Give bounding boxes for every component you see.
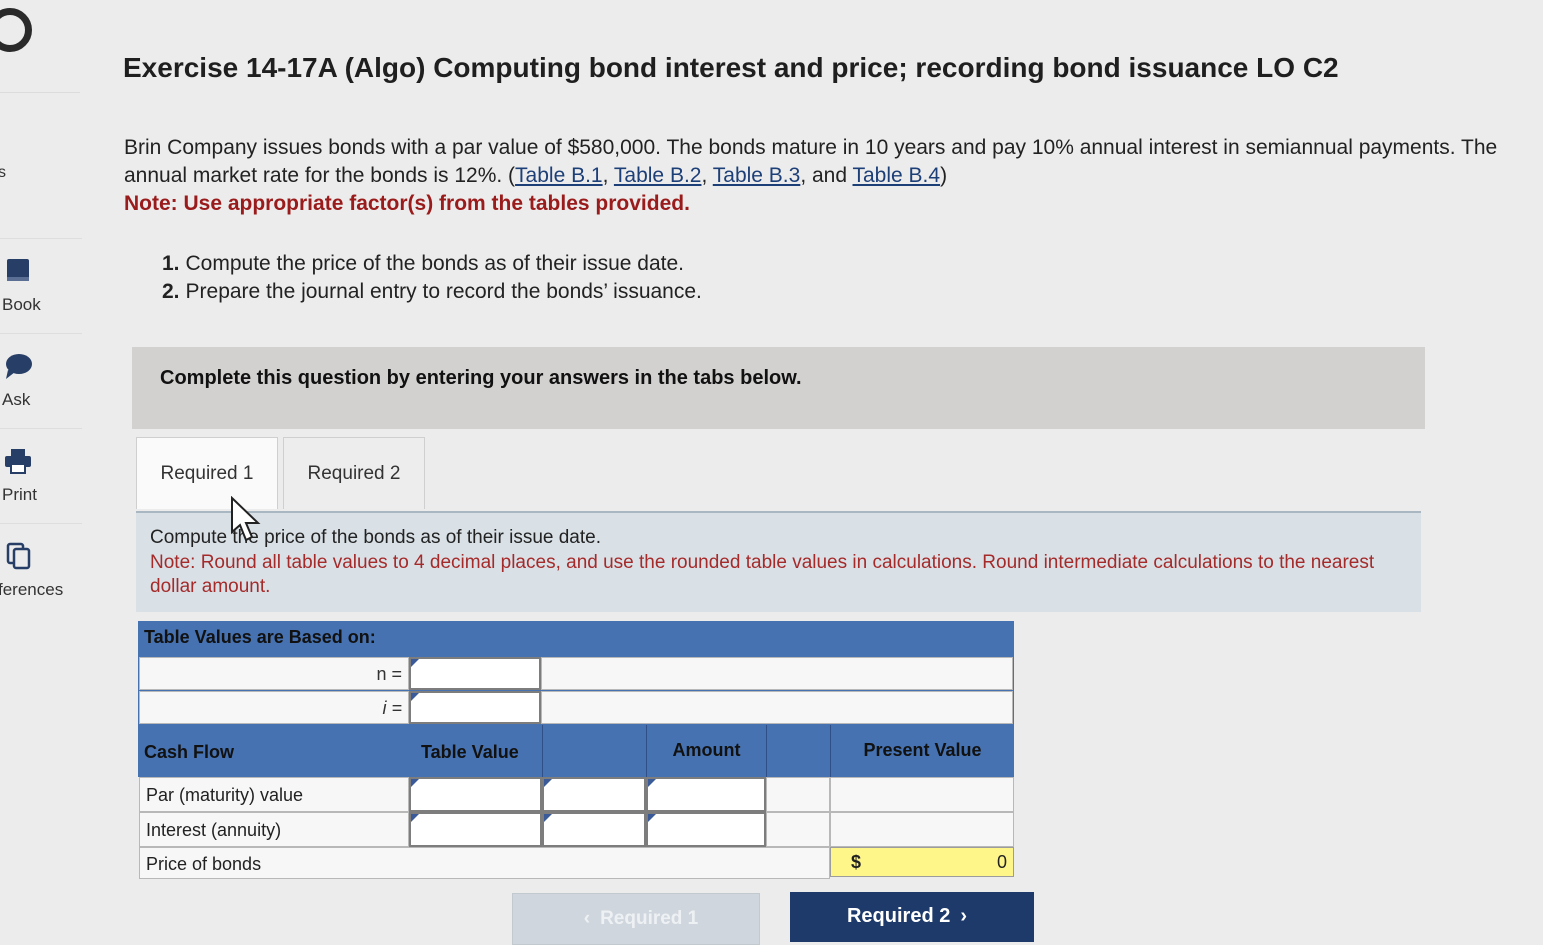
sidebar-item-print[interactable]: Print <box>0 428 82 523</box>
par-table-value-input[interactable] <box>409 777 542 812</box>
tab-required-2[interactable]: Required 2 <box>283 437 425 509</box>
interest-amount-input[interactable] <box>646 812 766 847</box>
sidebar-item-book[interactable]: Book <box>0 238 82 333</box>
exercise-note: Note: Use appropriate factor(s) from the… <box>124 192 690 215</box>
mouse-cursor-icon <box>231 496 261 542</box>
interest-present-value <box>830 812 1014 847</box>
row-label-par-value: Par (maturity) value <box>139 777 409 812</box>
col-header-blank <box>542 725 646 777</box>
i-row-spacer <box>541 691 1013 724</box>
task-instruction: Compute the price of the bonds as of the… <box>150 527 601 548</box>
link-table-b2[interactable]: Table B.2 <box>614 164 702 187</box>
link-table-b1[interactable]: Table B.1 <box>515 164 603 187</box>
closing-paren: ) <box>940 164 948 187</box>
task-panel: Compute the price of the bonds as of the… <box>136 511 1421 612</box>
col-header-present-value: Present Value <box>830 725 1014 777</box>
separator: , and <box>800 164 853 187</box>
requirement-item: 1. Compute the price of the bonds as of t… <box>162 250 702 278</box>
row-label-price-of-bonds: Price of bonds <box>139 847 830 879</box>
sidebar-item-label: Ask <box>2 390 31 409</box>
bond-price-table: Table Values are Based on: n = i = Cash … <box>138 621 1014 879</box>
logo-ring-icon <box>0 8 32 52</box>
task-note: Note: Round all table values to 4 decima… <box>150 552 1375 597</box>
requirement-item: 2. Prepare the journal entry to record th… <box>162 278 702 306</box>
par-present-value <box>830 777 1014 812</box>
n-label-cell: n = <box>139 657 409 690</box>
col-header-blank-2 <box>766 725 830 777</box>
separator: , <box>602 164 614 187</box>
par-spacer <box>766 777 830 812</box>
i-input[interactable] <box>409 691 541 724</box>
sidebar-item-label: ferences <box>0 580 64 599</box>
requirement-number: 2. <box>162 280 180 303</box>
price-value: 0 <box>996 852 1007 872</box>
n-row-spacer <box>541 657 1013 690</box>
sidebar-item-label: Print <box>2 485 37 504</box>
interest-spacer <box>766 812 830 847</box>
exercise-description: Brin Company issues bonds with a par val… <box>124 134 1524 218</box>
prev-required-button[interactable]: ‹ Required 1 <box>512 893 760 945</box>
col-header-table-value: Table Value <box>409 725 542 777</box>
chevron-left-icon: ‹ <box>583 908 591 929</box>
currency-symbol: $ <box>851 852 862 872</box>
i-label: i = <box>382 698 402 718</box>
chevron-right-icon: › <box>960 905 968 927</box>
sidebar-fragment: s <box>0 164 6 181</box>
col-header-amount: Amount <box>646 725 766 777</box>
sidebar-logo <box>0 0 80 93</box>
i-label-cell: i = <box>139 691 409 724</box>
instruction-text: Complete this question by entering your … <box>160 367 802 389</box>
sidebar-item-ask[interactable]: Ask <box>0 333 82 428</box>
left-sidebar: s Book Ask Print ferences <box>0 0 82 943</box>
instruction-banner: Complete this question by entering your … <box>132 347 1425 429</box>
n-label: n = <box>376 664 402 684</box>
row-label-interest: Interest (annuity) <box>139 812 409 847</box>
next-button-label: Required 2 <box>846 905 951 927</box>
prev-button-label: Required 1 <box>600 908 699 929</box>
table-header-text: Table Values are Based on: <box>144 627 376 647</box>
requirement-number: 1. <box>162 252 180 275</box>
book-icon <box>7 259 29 281</box>
copy-icon <box>6 542 31 570</box>
table-header: Table Values are Based on: <box>138 621 1014 655</box>
exercise-title: Exercise 14-17A (Algo) Computing bond in… <box>123 52 1339 83</box>
sidebar-item-references[interactable]: ferences <box>0 523 82 618</box>
printer-icon <box>5 449 31 474</box>
next-required-button[interactable]: Required 2 › <box>790 892 1034 942</box>
col-header-cash-flow: Cash Flow <box>138 725 409 777</box>
requirements-list: 1. Compute the price of the bonds as of t… <box>162 250 702 306</box>
requirement-text: Prepare the journal entry to record the … <box>185 280 702 303</box>
link-table-b3[interactable]: Table B.3 <box>713 164 801 187</box>
link-table-b4[interactable]: Table B.4 <box>853 164 941 187</box>
interest-table-value-input-2[interactable] <box>542 812 646 847</box>
separator: , <box>701 164 713 187</box>
sidebar-item-label: Book <box>2 295 41 314</box>
par-table-value-input-2[interactable] <box>542 777 646 812</box>
par-amount-input[interactable] <box>646 777 766 812</box>
chat-bubble-icon <box>6 354 32 379</box>
price-of-bonds-total: $ 0 <box>830 847 1014 877</box>
n-input[interactable] <box>409 657 541 690</box>
interest-table-value-input[interactable] <box>409 812 542 847</box>
requirement-text: Compute the price of the bonds as of the… <box>185 252 684 275</box>
